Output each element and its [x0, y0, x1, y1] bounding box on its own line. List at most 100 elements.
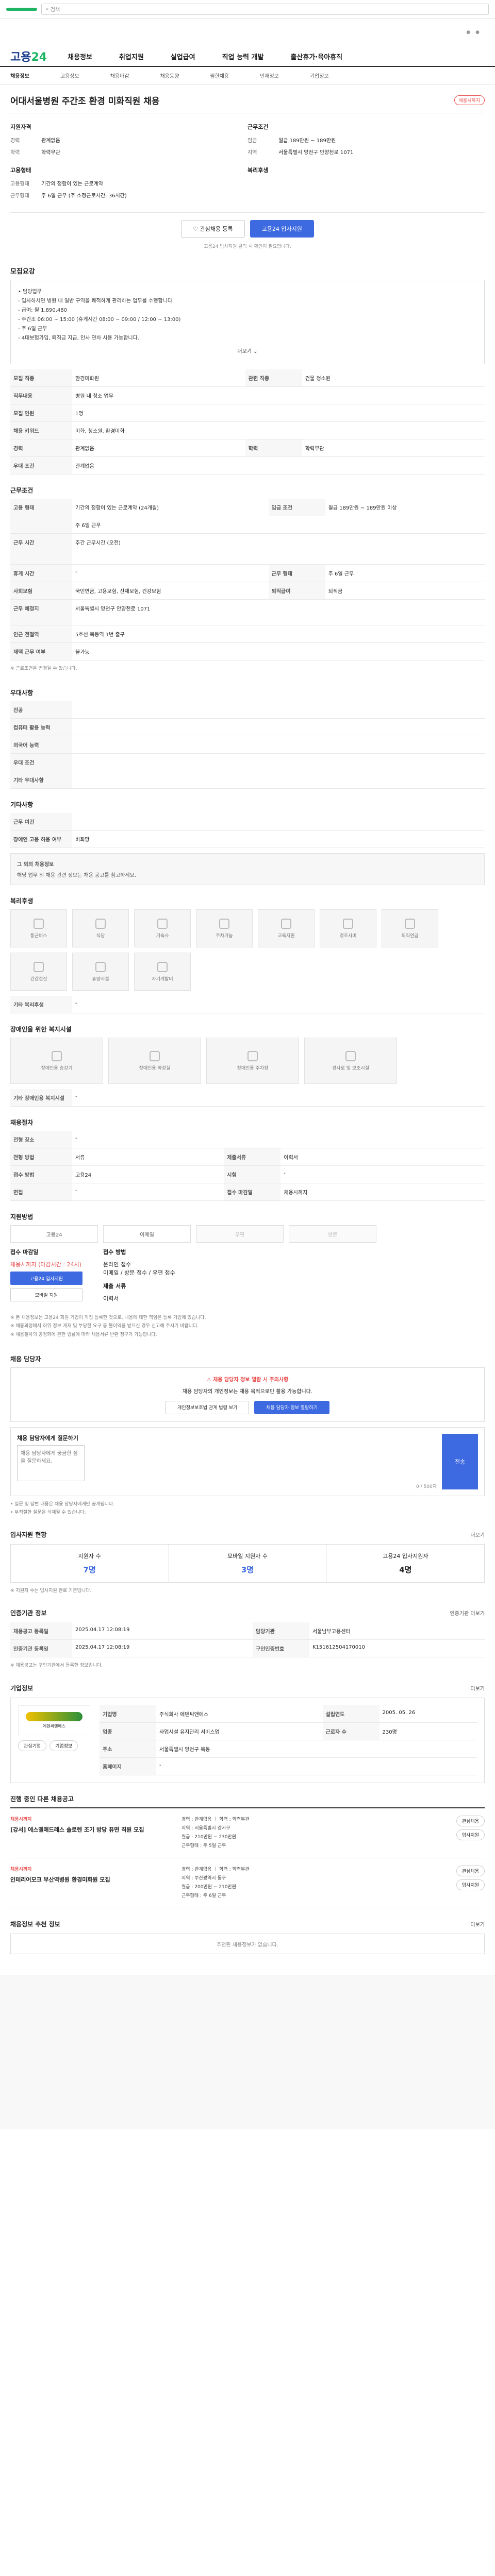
- gnb-item[interactable]: 취업지원: [119, 52, 144, 61]
- legal-notes: ※ 본 채용정보는 고용24 회원 기업이 직접 등록한 것으로, 내용에 대한…: [10, 1315, 206, 1337]
- summary-head: 지원자격: [10, 124, 31, 130]
- company-detail-button[interactable]: 기업정보: [50, 1740, 78, 1751]
- section-title: 채용절차: [10, 1119, 34, 1127]
- section-title: 진행 중인 다른 채용공고: [10, 1795, 74, 1803]
- summary-head: 근무조건: [248, 124, 269, 130]
- summary-head: 고용형태: [10, 167, 31, 174]
- ramp-icon: [345, 1050, 356, 1061]
- section-title: 지원방법: [10, 1213, 34, 1221]
- disability-item: 장애인용 화장실: [108, 1038, 201, 1084]
- elevator-icon: [52, 1050, 62, 1061]
- apply-button[interactable]: 입사지원: [456, 1829, 485, 1840]
- stats-more-link[interactable]: 더보기: [470, 1531, 485, 1538]
- apply-method-col: 접수 방법 온라인 접수 이메일 / 방문 접수 / 우편 접수 제출 서류 이…: [103, 1249, 175, 1302]
- welfare-item: 경조사비: [320, 909, 376, 948]
- register-note: ※ 채용공고는 구인기관에서 등록한 정보입니다.: [10, 1663, 103, 1669]
- disability-item: 경사로 및 보조시설: [304, 1038, 397, 1084]
- lnb-item[interactable]: 찜한채용: [210, 72, 229, 79]
- apply-button[interactable]: 입사지원: [456, 1879, 485, 1890]
- apply-button[interactable]: 고용24 입사지원: [250, 220, 314, 238]
- welfare-item: 식당: [72, 909, 129, 948]
- global-navigation: 고용24 채용정보 취업지원 실업급여 직업 능력 개발 출산휴가·육아휴직: [0, 46, 495, 67]
- question-input[interactable]: [17, 1445, 85, 1481]
- privacy-law-button[interactable]: 개인정보보호법 관계 법령 보기: [166, 1400, 250, 1414]
- section-title: 복리후생: [10, 897, 34, 905]
- gnb-item[interactable]: 실업급여: [171, 52, 195, 61]
- register-table: 채용공고 등록일 2025.04.17 12:08:19 담당기관 서울남부고용센터 …: [10, 1622, 485, 1658]
- summary-left: 지원자격 경력 관계없음 학력 학력무관 고용형태 고용형태 기간의 정함이 있는 근…: [10, 123, 248, 203]
- application-stats: 지원자 수 7명 모바일 지원자 수 3명 고용24 입사지원자 4명: [10, 1544, 485, 1583]
- lnb-item[interactable]: 채용정보: [10, 72, 29, 79]
- view-manager-button[interactable]: 채용 담당자 정보 열람하기: [254, 1400, 329, 1414]
- question-notes: • 질문 및 답변 내용은 채용 담당자에게만 공개됩니다. • 부적절한 질문…: [10, 1501, 115, 1515]
- gnb-item[interactable]: 직업 능력 개발: [222, 52, 264, 61]
- gnb-item[interactable]: 채용정보: [68, 52, 92, 61]
- search-input[interactable]: ⌕ 검색: [41, 3, 489, 15]
- education-icon: [281, 918, 291, 929]
- method-online: 고용24: [10, 1225, 98, 1243]
- save-job-button[interactable]: 관심채용: [456, 1815, 485, 1826]
- company-more-link[interactable]: 더보기: [470, 1684, 485, 1692]
- manager-warning: ⚠ 채용 담당자 정보 열람 시 주의사항 채용 담당자의 개인정보는 채용 목…: [10, 1367, 485, 1422]
- gift-icon: [343, 918, 353, 929]
- recommend-more-link[interactable]: 더보기: [470, 1920, 485, 1928]
- recruit-section: 모집요강 • 담당업무 - 입사하시면 병원 내 일반 구역을 쾌적하게 관리하…: [10, 257, 485, 369]
- gnb-item[interactable]: 출산휴가·육아휴직: [290, 52, 342, 61]
- lnb-item[interactable]: 기업정보: [310, 72, 329, 79]
- pension-icon: [405, 918, 415, 929]
- welfare-item: 주차가능: [196, 909, 253, 948]
- welfare-item: 기숙사: [134, 909, 191, 948]
- more-button[interactable]: 더보기: [237, 349, 252, 354]
- lnb-item[interactable]: 고용정보: [60, 72, 79, 79]
- logo[interactable]: 고용24: [10, 48, 47, 64]
- resort-icon: [95, 961, 106, 972]
- lnb-item[interactable]: 인재정보: [260, 72, 279, 79]
- company-table: 기업명 주식회사 에덴씨앤에스 설립연도 2005. 05. 26 업종 사업시설 유지…: [100, 1705, 477, 1775]
- disability-etc-table: 기타 장애인용 복지시설 -: [10, 1089, 485, 1107]
- save-job-button[interactable]: ♡ 관심채용 등록: [181, 220, 245, 238]
- section-title: 기업정보: [10, 1684, 34, 1692]
- restaurant-icon: [95, 918, 106, 929]
- login-link[interactable]: ●: [466, 30, 470, 35]
- save-job-button[interactable]: 관심채용: [456, 1865, 485, 1876]
- welfare-etc-table: 기타 복리후생 -: [10, 996, 485, 1014]
- register-more-link[interactable]: 인증기관 더보기: [450, 1609, 485, 1617]
- lnb-item[interactable]: 채용동향: [160, 72, 179, 79]
- apply-mobile-button[interactable]: 모바일 지원: [10, 1288, 82, 1302]
- apply-note: 고용24 입사지원 클릭 시 확인이 필요합니다.: [204, 244, 291, 249]
- apply-online-button[interactable]: 고용24 입사지원: [10, 1272, 82, 1285]
- welfare-item: 건강검진: [10, 953, 67, 991]
- welfare-item: 휴양시설: [72, 953, 129, 991]
- lnb-item[interactable]: 채용마감: [110, 72, 129, 79]
- welfare-item: 퇴직연금: [382, 909, 438, 948]
- parking-icon: [219, 918, 229, 929]
- section-title: 채용 담당자: [10, 1355, 41, 1363]
- company-card: 에덴씨앤에스 관심기업 기업정보 기업명 주식회사 에덴씨앤에스 설립연도 2005.…: [10, 1697, 485, 1783]
- menu-link[interactable]: ●: [475, 30, 480, 35]
- section-title: 채용정보 추천 정보: [10, 1921, 60, 1928]
- footer: [0, 1975, 495, 2130]
- send-button[interactable]: 전송: [442, 1433, 478, 1489]
- list-item[interactable]: 채용시까지 인테리어모크 부산역병원 환경미화원 모집 경력 : 관계없음 ｜ 학…: [10, 1858, 485, 1909]
- recommend-empty: 추천된 채용정보가 없습니다.: [10, 1934, 485, 1955]
- bus-icon: [34, 918, 44, 929]
- summary-right: 근무조건 임금 월급 189만원 ~ 189만원 지역 서울특별시 양천구 안양천로…: [248, 123, 485, 203]
- follow-company-button[interactable]: 관심기업: [18, 1740, 47, 1751]
- question-form: 채용 담당자에게 질문하기 0 / 500자 전송: [10, 1427, 485, 1496]
- welfare-grid: 통근버스 식당 기숙사 주차가능 교육지원 경조사비 퇴직연금 건강검진 휴양시…: [10, 909, 485, 991]
- section-title: 모집요강: [10, 268, 35, 276]
- preference-table: 전공 컴퓨터 활용 능력 외국어 능력 우대 조건 기타 우대사항: [10, 701, 485, 789]
- welfare-item: 통근버스: [10, 909, 67, 948]
- action-buttons: ♡ 관심채용 등록 고용24 입사지원: [10, 213, 485, 241]
- dorm-icon: [157, 918, 168, 929]
- health-icon: [34, 961, 44, 972]
- apply-panel: 접수 마감일 채용시까지 (마감시간 : 24시) 고용24 입사지원 모바일 …: [10, 1243, 485, 1310]
- book-icon: [157, 961, 168, 972]
- section-title: 장애인을 위한 복지시설: [10, 1026, 72, 1033]
- etc-table: 근무 여건 장애인 고용 허용 여부 비희망: [10, 813, 485, 849]
- job-title-row: 어대서울병원 주간조 환경 미화직원 채용 채용시까지: [10, 84, 485, 113]
- list-item[interactable]: 채용시까지 [강서] 에스엘애드레스 솔로렌 조기 방당 퓨면 직원 모집 경력 …: [10, 1808, 485, 1858]
- status-indicator: [6, 7, 37, 11]
- local-navigation: 채용정보 고용정보 채용마감 채용동향 찜한채용 인재정보 기업정보: [0, 67, 495, 84]
- section-title: 우대사항: [10, 689, 34, 697]
